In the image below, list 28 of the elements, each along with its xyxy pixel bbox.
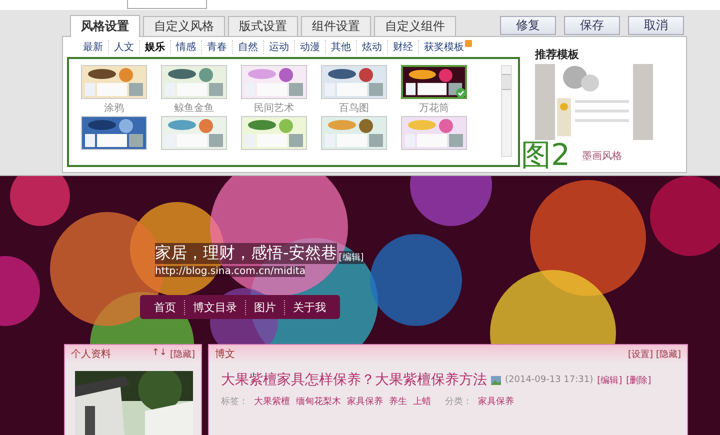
category-link[interactable]: 财经 bbox=[393, 40, 413, 54]
category-link[interactable]: 获奖模板 bbox=[424, 40, 464, 54]
category-link[interactable]: 运动 bbox=[269, 40, 289, 54]
category-link[interactable]: 娱乐 bbox=[145, 40, 165, 54]
section-title: 推荐模板 bbox=[535, 47, 580, 62]
template-name[interactable]: 百鸟图 bbox=[339, 101, 369, 115]
toolbar-button[interactable]: 修复 bbox=[500, 16, 556, 34]
template-name[interactable]: 鲸鱼金鱼 bbox=[174, 101, 214, 115]
template-name[interactable]: 万花筒 bbox=[419, 101, 449, 115]
annotation-label: 图2 bbox=[521, 140, 570, 172]
tab[interactable]: 自定义组件 bbox=[374, 16, 456, 36]
template-name[interactable]: 涂鸦 bbox=[104, 101, 124, 115]
tab[interactable]: 风格设置 bbox=[70, 15, 140, 37]
category-link[interactable]: 青春 bbox=[207, 40, 227, 54]
category-link[interactable]: 人文 bbox=[114, 40, 134, 54]
category-link[interactable]: 动漫 bbox=[300, 40, 320, 54]
category-link[interactable]: 最新 bbox=[83, 40, 103, 54]
category-link[interactable]: 情感 bbox=[176, 40, 196, 54]
tab[interactable]: 版式设置 bbox=[228, 16, 298, 36]
toolbar-button[interactable]: 保存 bbox=[564, 16, 620, 34]
category-link[interactable]: 炫动 bbox=[362, 40, 382, 54]
template-name[interactable]: 墨画风格 bbox=[582, 149, 622, 163]
category-link[interactable]: 其他 bbox=[331, 40, 351, 54]
template-name[interactable]: 民间艺术 bbox=[254, 101, 294, 115]
tab[interactable]: 组件设置 bbox=[301, 16, 371, 36]
toolbar-button[interactable]: 取消 bbox=[628, 16, 684, 34]
tab[interactable]: 自定义风格 bbox=[143, 16, 225, 36]
category-link[interactable]: 自然 bbox=[238, 40, 258, 54]
